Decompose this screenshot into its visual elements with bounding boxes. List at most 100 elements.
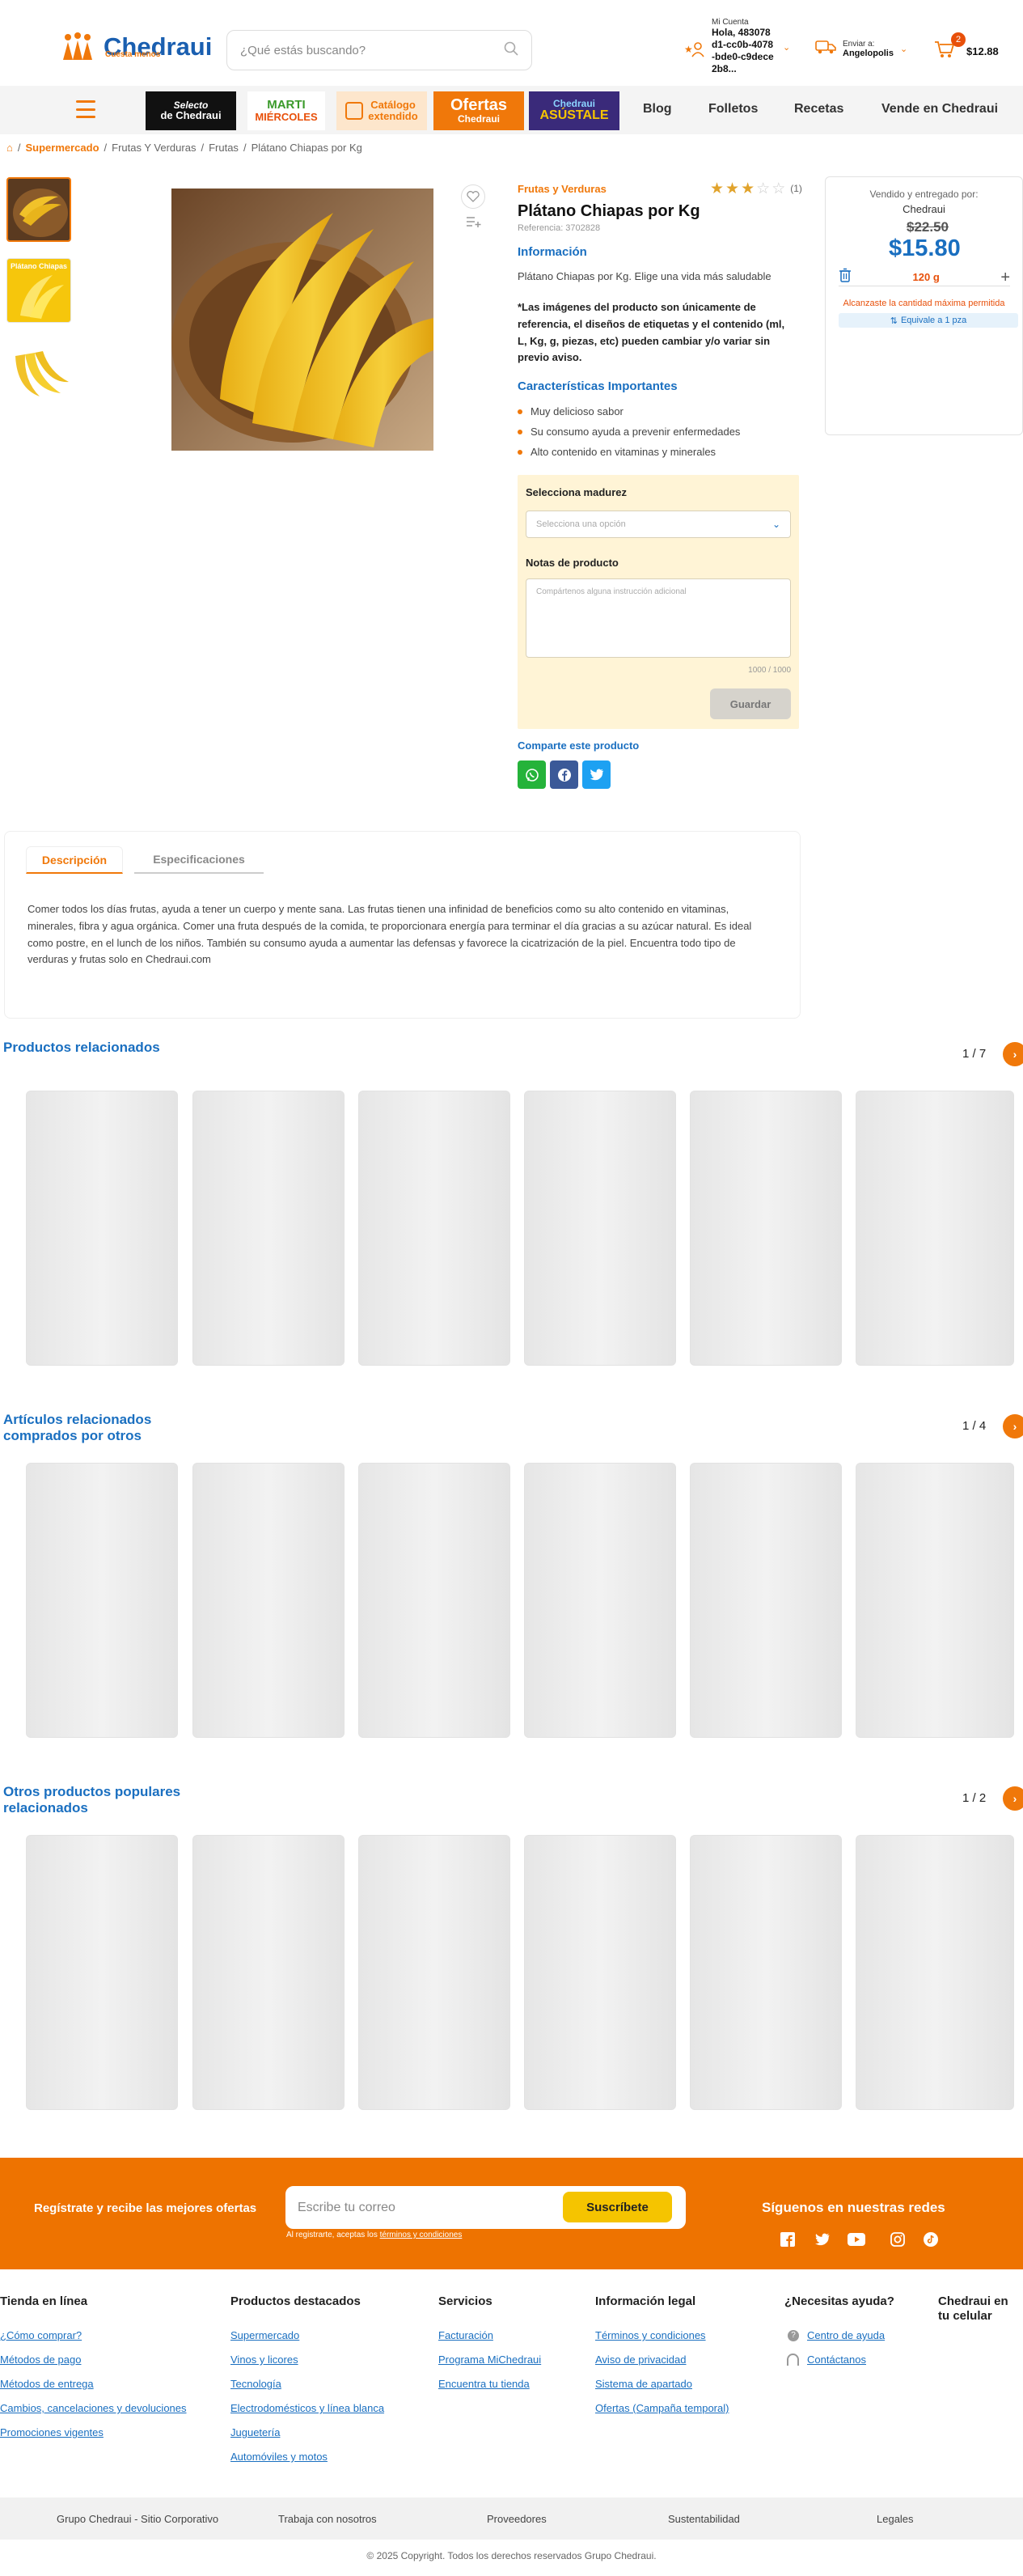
product-card-placeholder[interactable] [26, 1091, 178, 1366]
footer-link[interactable]: Facturación [438, 2324, 541, 2348]
product-card-placeholder[interactable] [690, 1091, 842, 1366]
promo-catalogo-extendido[interactable]: Catálogo extendido [336, 91, 427, 130]
gallery-thumb-2[interactable]: Plátano Chiapas [6, 258, 71, 323]
footer-bottom-link[interactable]: Trabaja con nosotros [278, 2513, 377, 2525]
help-center-link[interactable]: ? Centro de ayuda [784, 2324, 894, 2348]
breadcrumb-frutas-verduras[interactable]: Frutas Y Verduras [112, 142, 196, 154]
footer-link[interactable]: Ofertas (Campaña temporal) [595, 2396, 729, 2421]
nav-link-blog[interactable]: Blog [643, 102, 672, 117]
product-card-placeholder[interactable] [524, 1835, 676, 2110]
promo-ofertas[interactable]: Ofertas Chedraui [433, 91, 524, 130]
nav-link-vende[interactable]: Vende en Chedraui [881, 102, 998, 117]
promo-selecto[interactable]: Selecto de Chedraui [146, 91, 236, 130]
promo-asustale-line1: Chedraui [552, 98, 595, 110]
footer-link[interactable]: Vinos y licores [230, 2348, 384, 2372]
footer-bottom-link[interactable]: Grupo Chedraui - Sitio Corporativo [57, 2513, 218, 2525]
rating-stars[interactable]: ★ ★ ★ ☆ ☆ (1) [710, 181, 802, 197]
product-category[interactable]: Frutas y Verduras [518, 183, 607, 195]
product-card-placeholder[interactable] [856, 1091, 1014, 1366]
promo-asustale[interactable]: Chedraui ASÚSTALE [529, 91, 619, 130]
favorite-heart-icon[interactable] [461, 184, 485, 209]
tab-descripcion[interactable]: Descripción [26, 846, 123, 874]
footer-link[interactable]: Métodos de pago [0, 2348, 187, 2372]
breadcrumb-frutas[interactable]: Frutas [209, 142, 239, 154]
equivalent-text: Equivale a 1 pza [900, 316, 967, 325]
footer-link[interactable]: Supermercado [230, 2324, 384, 2348]
ripeness-select[interactable]: Selecciona una opción ⌄ [526, 511, 791, 538]
plus-icon[interactable]: + [1000, 269, 1010, 286]
trash-icon[interactable] [839, 268, 852, 286]
gallery-thumb-3[interactable] [6, 339, 71, 404]
facebook-icon[interactable] [779, 2231, 797, 2248]
delivery-location[interactable]: Enviar a: Angelopolis ⌄ [815, 39, 907, 59]
footer-link[interactable]: Aviso de privacidad [595, 2348, 729, 2372]
search-input[interactable] [240, 43, 504, 57]
whatsapp-share-icon[interactable] [518, 761, 546, 789]
subscribe-button[interactable]: Suscríbete [563, 2192, 672, 2222]
footer-link[interactable]: Términos y condiciones [595, 2324, 729, 2348]
cart-count-badge: 2 [951, 32, 966, 47]
carousel-next-arrow-icon[interactable]: › [1003, 1414, 1023, 1438]
product-card-placeholder[interactable] [192, 1463, 345, 1738]
instagram-icon[interactable] [889, 2231, 907, 2248]
promo-marti-line2: MIÉRCOLES [255, 111, 318, 124]
product-card-placeholder[interactable] [856, 1463, 1014, 1738]
footer-link[interactable]: Encuentra tu tienda [438, 2372, 541, 2396]
footer-link[interactable]: Cambios, cancelaciones y devoluciones [0, 2396, 187, 2421]
carousel-page-related: 1 / 7 [962, 1047, 987, 1061]
breadcrumb-supermercado[interactable]: Supermercado [25, 142, 99, 154]
product-card-placeholder[interactable] [26, 1835, 178, 2110]
promo-marti-miercoles[interactable]: MARTI MIÉRCOLES [247, 91, 325, 130]
product-card-placeholder[interactable] [192, 1091, 345, 1366]
footer-link[interactable]: Promociones vigentes [0, 2421, 187, 2445]
youtube-icon[interactable] [848, 2231, 865, 2248]
save-button[interactable]: Guardar [710, 688, 791, 719]
footer-bottom-link[interactable]: Sustentabilidad [668, 2513, 740, 2525]
terms-link[interactable]: términos y condiciones [380, 2231, 463, 2239]
footer-link[interactable]: Métodos de entrega [0, 2372, 187, 2396]
product-card-placeholder[interactable] [524, 1091, 676, 1366]
footer-link[interactable]: Programa MiChedraui [438, 2348, 541, 2372]
product-card-placeholder[interactable] [524, 1463, 676, 1738]
tab-especificaciones[interactable]: Especificaciones [134, 846, 264, 874]
footer-link[interactable]: Electrodomésticos y línea blanca [230, 2396, 384, 2421]
footer-link[interactable]: Tecnología [230, 2372, 384, 2396]
breadcrumb-separator: / [104, 142, 108, 154]
cart-button[interactable]: 2 $12.88 [934, 32, 999, 62]
nav-link-folletos[interactable]: Folletos [708, 102, 758, 117]
nav-link-recetas[interactable]: Recetas [794, 102, 843, 117]
carousel-next-arrow-icon[interactable]: › [1003, 1786, 1023, 1811]
product-card-placeholder[interactable] [856, 1835, 1014, 2110]
search-icon[interactable] [504, 41, 518, 59]
contact-link[interactable]: Contáctanos [784, 2348, 894, 2372]
product-card-placeholder[interactable] [192, 1835, 345, 2110]
twitter-icon[interactable] [814, 2231, 831, 2248]
product-card-placeholder[interactable] [358, 1835, 510, 2110]
gallery-thumb-1[interactable] [6, 177, 71, 242]
add-to-list-icon[interactable] [466, 215, 482, 232]
product-card-placeholder[interactable] [690, 1463, 842, 1738]
product-card-placeholder[interactable] [358, 1091, 510, 1366]
footer-link[interactable]: Automóviles y motos [230, 2445, 384, 2469]
carousel-next-arrow-icon[interactable]: › [1003, 1042, 1023, 1066]
product-card-placeholder[interactable] [26, 1463, 178, 1738]
old-price: $22.50 [907, 219, 949, 235]
copyright: © 2025 Copyright. Todos los derechos res… [366, 2550, 657, 2561]
footer-link[interactable]: ¿Cómo comprar? [0, 2324, 187, 2348]
notes-textarea[interactable]: Compártenos alguna instrucción adicional [526, 578, 791, 658]
facebook-share-icon[interactable] [550, 761, 578, 789]
tiktok-icon[interactable] [922, 2231, 940, 2248]
footer-link[interactable]: Sistema de apartado [595, 2372, 729, 2396]
footer-bottom-link[interactable]: Legales [877, 2513, 914, 2525]
twitter-share-icon[interactable] [582, 761, 611, 789]
footer-link[interactable]: Juguetería [230, 2421, 384, 2445]
product-card-placeholder[interactable] [358, 1463, 510, 1738]
footer-bottom-link[interactable]: Proveedores [487, 2513, 547, 2525]
ripeness-label: Selecciona madurez [526, 486, 627, 498]
home-icon[interactable]: ⌂ [6, 142, 13, 154]
product-card-placeholder[interactable] [690, 1835, 842, 2110]
account-menu[interactable]: ★ Mi Cuenta Hola, 483078d1-cc0b-4078-bde… [684, 18, 790, 75]
hamburger-menu-icon[interactable] [76, 100, 95, 118]
product-main-image[interactable] [171, 189, 433, 451]
promo-selecto-line2: de Chedraui [160, 109, 222, 122]
